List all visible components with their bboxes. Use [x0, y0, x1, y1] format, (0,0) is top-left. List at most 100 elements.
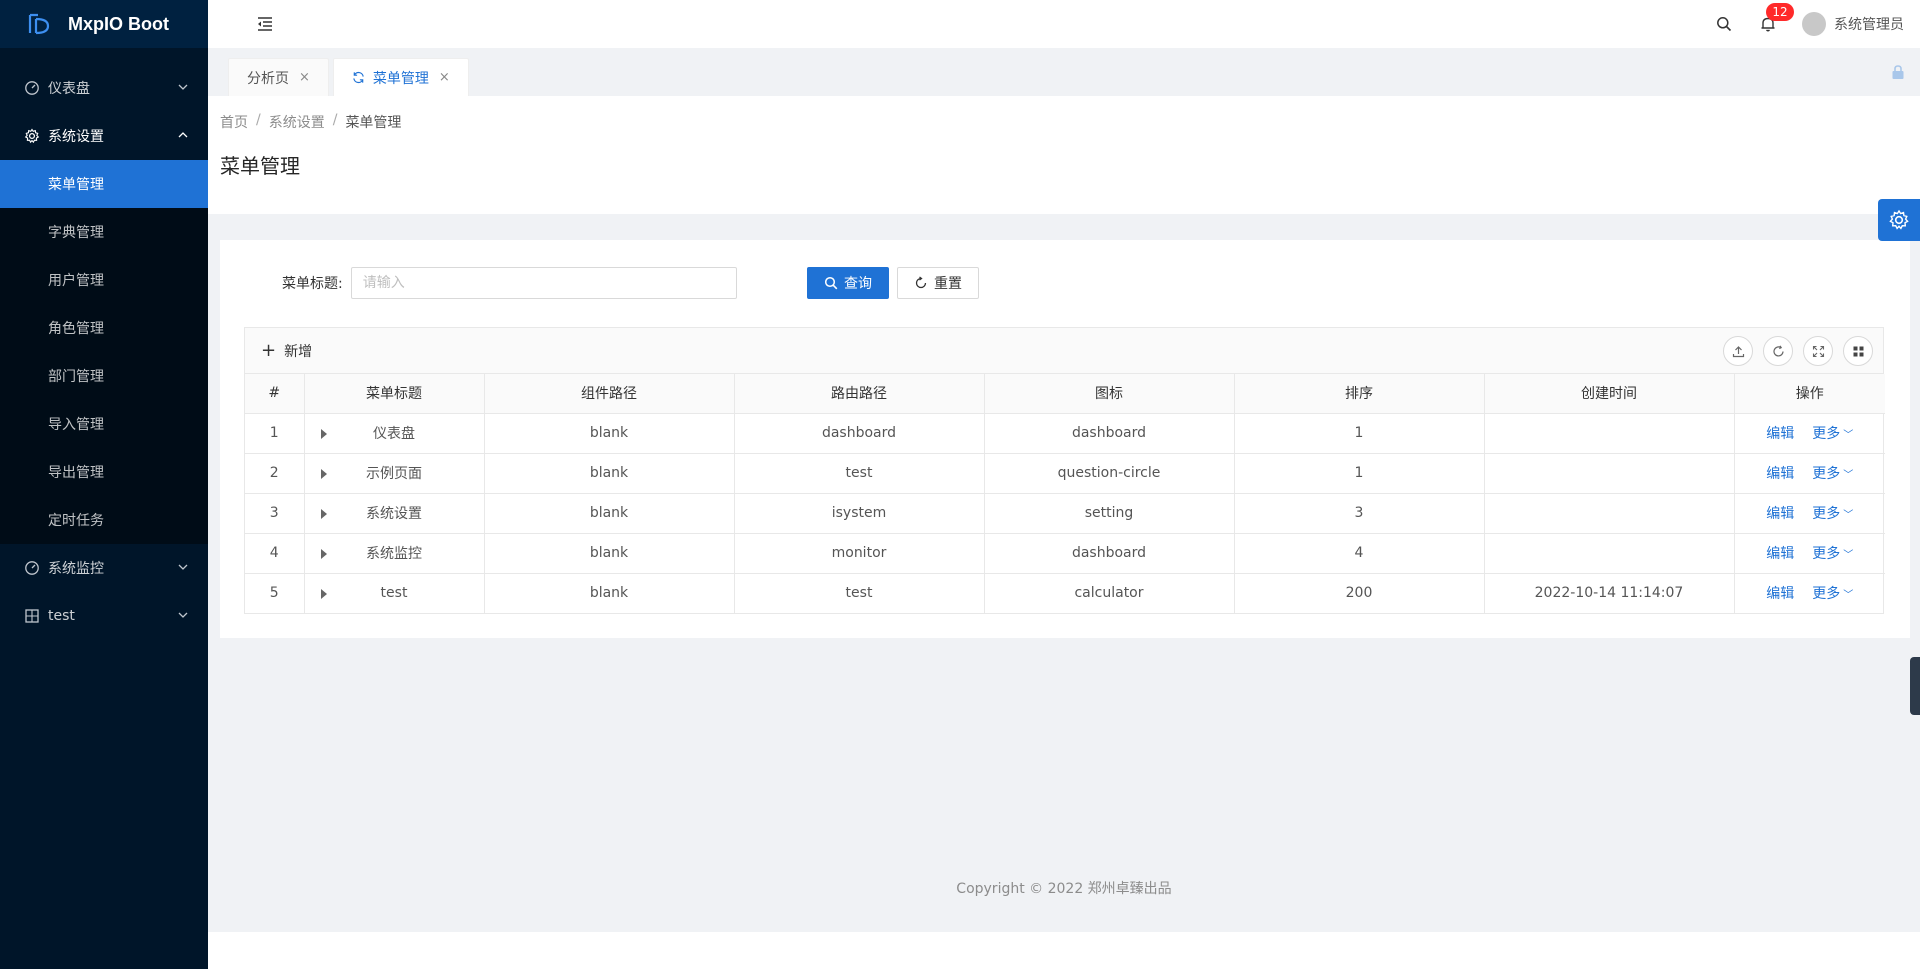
- sidebar-item-scheduled-tasks[interactable]: 定时任务: [0, 496, 208, 544]
- created-time: [1484, 453, 1735, 494]
- breadcrumb: 首页 / 系统设置 / 菜单管理: [220, 112, 1920, 132]
- reset-button[interactable]: 重置: [897, 267, 979, 299]
- chevron-down-icon: [178, 84, 188, 90]
- sidebar-item-user-management[interactable]: 用户管理: [0, 256, 208, 304]
- column-header: 创建时间: [1484, 374, 1735, 414]
- menu-title-cell: 示例页面: [304, 453, 485, 494]
- close-icon[interactable]: ×: [439, 70, 450, 85]
- notification-button[interactable]: 12: [1760, 3, 1794, 32]
- add-button[interactable]: + 新增: [261, 341, 312, 361]
- sidebar-item-department-management[interactable]: 部门管理: [0, 352, 208, 400]
- sidebar-item-menu-management[interactable]: 菜单管理: [0, 160, 208, 208]
- edit-link[interactable]: 编辑: [1766, 586, 1794, 602]
- menu-table: + 新增 # 菜单标题 组件路径 路由路径 图标 排序 创建时间 操作 1 仪表…: [244, 327, 1885, 614]
- logo[interactable]: MxpIO Boot: [0, 0, 208, 48]
- sidebar-item-label: 系统设置: [48, 129, 104, 145]
- close-icon[interactable]: ×: [299, 70, 310, 85]
- sidebar-item-label: 角色管理: [48, 321, 104, 337]
- more-dropdown[interactable]: 更多 ﹀: [1812, 586, 1853, 602]
- sidebar-item-role-management[interactable]: 角色管理: [0, 304, 208, 352]
- route-path: test: [734, 573, 985, 613]
- sidebar-item-label: 部门管理: [48, 369, 104, 385]
- menu-title-input[interactable]: [350, 267, 737, 299]
- search-icon[interactable]: [1716, 16, 1732, 32]
- icon-name: calculator: [984, 573, 1235, 613]
- sidebar-item-dashboard[interactable]: 仪表盘: [0, 64, 208, 112]
- component-path: blank: [484, 453, 735, 494]
- edit-link[interactable]: 编辑: [1766, 506, 1794, 522]
- lock-icon[interactable]: [1890, 64, 1906, 80]
- expand-icon[interactable]: [320, 428, 327, 439]
- component-path: blank: [484, 493, 735, 534]
- expand-icon[interactable]: [320, 588, 327, 599]
- menu-title-cell: 仪表盘: [304, 413, 485, 454]
- more-dropdown[interactable]: 更多 ﹀: [1812, 546, 1853, 562]
- row-index: 1: [245, 413, 305, 454]
- row-index: 5: [245, 573, 305, 613]
- search-label: 菜单标题:: [282, 276, 343, 292]
- tab-analysis[interactable]: 分析页 ×: [228, 58, 329, 96]
- icon-name: setting: [984, 493, 1235, 534]
- sidebar-item-import-management[interactable]: 导入管理: [0, 400, 208, 448]
- expand-icon[interactable]: [320, 468, 327, 479]
- edit-link[interactable]: 编辑: [1766, 546, 1794, 562]
- column-settings-button[interactable]: [1843, 336, 1873, 366]
- refresh-button[interactable]: [1763, 336, 1793, 366]
- row-index: 4: [245, 533, 305, 574]
- more-dropdown[interactable]: 更多 ﹀: [1812, 426, 1853, 442]
- chevron-down-icon: [178, 612, 188, 618]
- expand-icon[interactable]: [320, 508, 327, 519]
- route-path: dashboard: [734, 413, 985, 454]
- breadcrumb-current: 菜单管理: [345, 115, 402, 131]
- component-path: blank: [484, 533, 735, 574]
- menu-title-cell: 系统监控: [304, 533, 485, 574]
- fullscreen-icon: [1812, 345, 1824, 357]
- sidebar-item-system-settings[interactable]: 系统设置: [0, 112, 208, 160]
- column-header: 组件路径: [484, 374, 735, 414]
- more-label: 更多: [1812, 466, 1841, 482]
- route-path: isystem: [734, 493, 985, 534]
- row-actions: 编辑 更多 ﹀: [1734, 413, 1885, 454]
- table-row: 5 test blank test calculator 200 2022-10…: [245, 573, 1885, 613]
- icon-name: question-circle: [984, 453, 1235, 494]
- more-dropdown[interactable]: 更多 ﹀: [1812, 466, 1853, 482]
- edit-link[interactable]: 编辑: [1766, 426, 1794, 442]
- sidebar-item-test[interactable]: test: [0, 592, 208, 640]
- more-dropdown[interactable]: 更多 ﹀: [1812, 506, 1853, 522]
- export-button[interactable]: [1723, 336, 1753, 366]
- side-drawer-handle[interactable]: [1910, 657, 1920, 715]
- tab-menu-management[interactable]: 菜单管理 ×: [332, 58, 469, 96]
- row-actions: 编辑 更多 ﹀: [1734, 573, 1885, 613]
- sidebar-item-label: 导出管理: [48, 465, 104, 481]
- breadcrumb-system-settings[interactable]: 系统设置: [269, 112, 325, 132]
- icon-name: dashboard: [984, 413, 1235, 454]
- sidebar-item-system-monitor[interactable]: 系统监控: [0, 544, 208, 592]
- row-actions: 编辑 更多 ﹀: [1734, 493, 1885, 534]
- created-time: [1484, 533, 1735, 574]
- sidebar-item-export-management[interactable]: 导出管理: [0, 448, 208, 496]
- sort-order: 200: [1234, 573, 1485, 613]
- icon-name: dashboard: [984, 533, 1235, 574]
- query-button[interactable]: 查询: [807, 267, 889, 299]
- menu-title: 系统设置: [366, 506, 422, 522]
- route-path: test: [734, 453, 985, 494]
- bottom-strip: [208, 932, 1920, 969]
- edit-link[interactable]: 编辑: [1766, 466, 1794, 482]
- username[interactable]: 系统管理员: [1834, 14, 1904, 34]
- menu-fold-icon[interactable]: [256, 15, 274, 33]
- table-row: 3 系统设置 blank isystem setting 3 编辑 更多 ﹀: [245, 493, 1885, 534]
- expand-icon[interactable]: [320, 548, 327, 559]
- avatar[interactable]: [1802, 12, 1826, 36]
- sync-icon[interactable]: [352, 71, 365, 84]
- fullscreen-button[interactable]: [1803, 336, 1833, 366]
- chevron-down-icon: ﹀: [1843, 550, 1854, 561]
- chevron-down-icon: ﹀: [1843, 430, 1854, 441]
- appstore-icon: [1853, 346, 1863, 356]
- chevron-down-icon: ﹀: [1843, 590, 1854, 602]
- page-title: 菜单管理: [220, 154, 300, 178]
- theme-settings-button[interactable]: [1878, 199, 1920, 241]
- sidebar-item-dictionary-management[interactable]: 字典管理: [0, 208, 208, 256]
- chevron-down-icon: ﹀: [1843, 510, 1854, 521]
- breadcrumb-home[interactable]: 首页: [220, 112, 248, 132]
- logo-icon: [28, 13, 50, 35]
